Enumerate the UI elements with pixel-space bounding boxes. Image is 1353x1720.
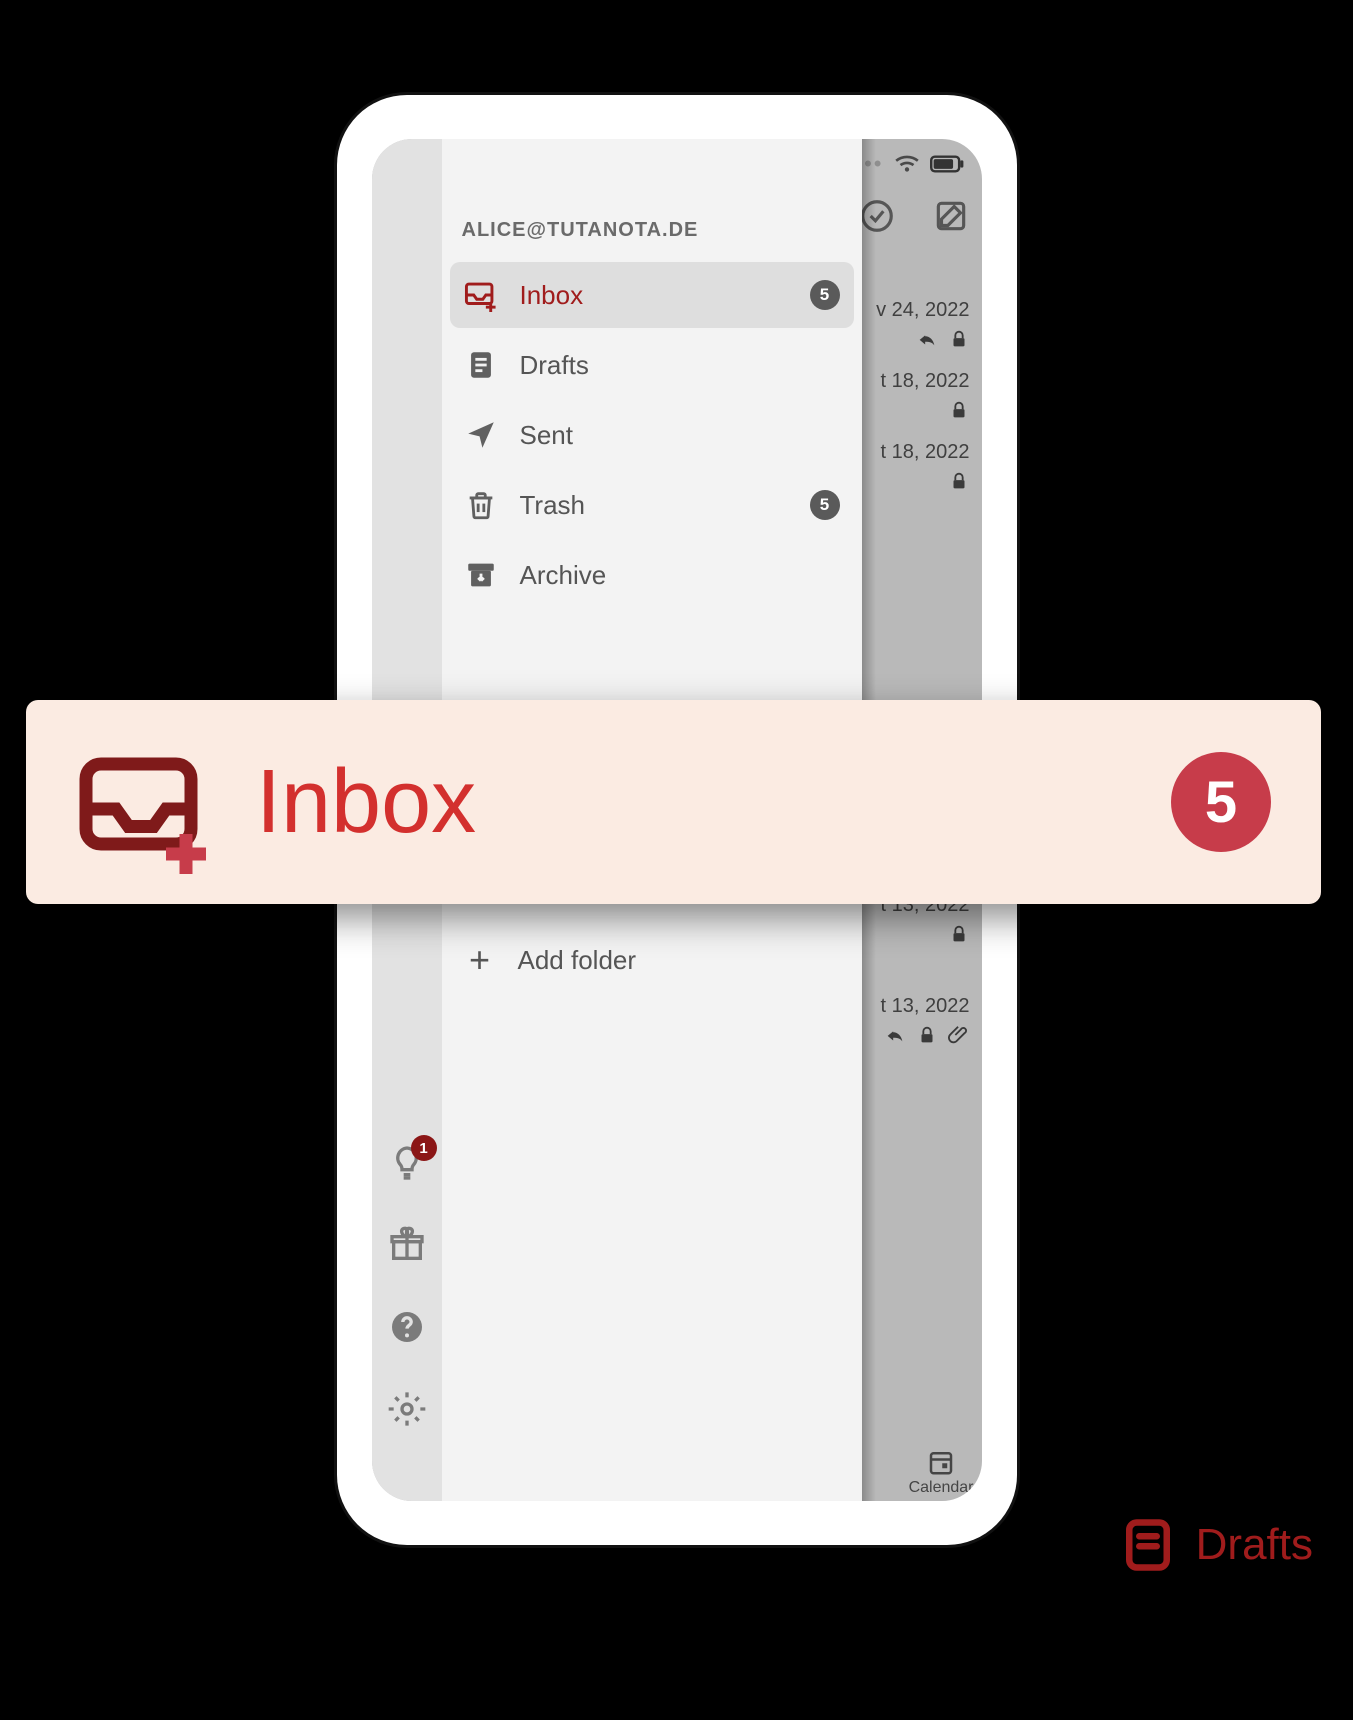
- folder-label: Inbox: [520, 280, 788, 311]
- overlay-inbox-label: Inbox: [256, 751, 476, 854]
- folder-archive[interactable]: Archive: [450, 542, 854, 608]
- lock-icon: [948, 470, 970, 492]
- wifi-icon: [894, 155, 920, 173]
- drafts-icon: [464, 348, 498, 382]
- folder-sent[interactable]: Sent: [450, 402, 854, 468]
- lock-icon: [948, 328, 970, 350]
- rail-tips-button[interactable]: 1: [387, 1143, 427, 1183]
- plus-icon: +: [464, 939, 496, 981]
- attachment-icon: [948, 1024, 970, 1046]
- bottom-nav-calendar[interactable]: Calendar: [909, 1447, 974, 1497]
- bottom-nav-label: Calendar: [909, 1479, 974, 1497]
- overlay-inbox-card[interactable]: Inbox 5: [26, 700, 1321, 904]
- account-label[interactable]: ALICE@TUTANOTA.DE: [442, 139, 862, 262]
- overlay-drafts-chip[interactable]: Drafts: [1118, 1515, 1313, 1575]
- drafts-icon: [1118, 1515, 1178, 1575]
- folder-count: 5: [810, 280, 840, 310]
- mail-date: t 18, 2022: [881, 370, 970, 393]
- folder-drafts[interactable]: Drafts: [450, 332, 854, 398]
- folder-inbox[interactable]: Inbox 5: [450, 262, 854, 328]
- battery-icon: [930, 155, 964, 173]
- trash-icon: [464, 488, 498, 522]
- folder-label: Trash: [520, 490, 788, 521]
- lock-icon: [916, 1024, 938, 1046]
- folder-label: Sent: [520, 420, 840, 451]
- rail-referral-button[interactable]: [387, 1225, 427, 1265]
- reply-icon: [884, 1024, 906, 1046]
- reply-icon: [916, 328, 938, 350]
- folder-count: 5: [810, 490, 840, 520]
- archive-icon: [464, 558, 498, 592]
- mail-date: t 18, 2022: [881, 441, 970, 464]
- inbox-icon: [76, 739, 216, 879]
- add-folder-button[interactable]: + Add folder: [442, 915, 862, 1005]
- rail-help-button[interactable]: [387, 1307, 427, 1347]
- add-folder-label: Add folder: [518, 945, 637, 976]
- folder-label: Archive: [520, 560, 840, 591]
- mail-date: v 24, 2022: [876, 299, 969, 322]
- overlay-drafts-label: Drafts: [1196, 1520, 1313, 1570]
- lock-icon: [948, 399, 970, 421]
- lock-icon: [948, 923, 970, 945]
- sent-icon: [464, 418, 498, 452]
- rail-settings-button[interactable]: [387, 1389, 427, 1429]
- compose-button[interactable]: [932, 197, 970, 235]
- mail-date: t 13, 2022: [881, 995, 970, 1018]
- folder-label: Drafts: [520, 350, 840, 381]
- overlay-inbox-count: 5: [1171, 752, 1271, 852]
- rail-tips-badge: 1: [411, 1135, 437, 1161]
- inbox-icon: [464, 278, 498, 312]
- folder-trash[interactable]: Trash 5: [450, 472, 854, 538]
- system-folders: Inbox 5 Drafts Sent Trash 5: [442, 262, 862, 608]
